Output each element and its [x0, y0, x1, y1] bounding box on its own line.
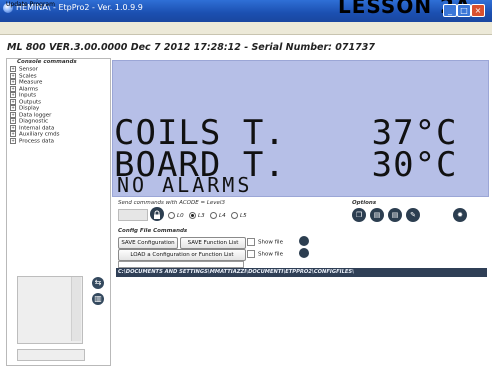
document-icon[interactable]: ▤	[388, 208, 402, 222]
expand-icon[interactable]: +	[10, 111, 16, 118]
maximize-button[interactable]: □	[457, 4, 471, 17]
checkbox-label: Show file	[258, 251, 283, 258]
refresh-icon[interactable]: ⇆	[92, 277, 104, 289]
tree-item-process-data[interactable]: + Process data	[10, 137, 55, 144]
lcd-line-alarms: NO ALARMS	[117, 173, 253, 197]
checkbox[interactable]	[247, 238, 255, 246]
expand-icon[interactable]: +	[10, 66, 16, 72]
status-field	[17, 349, 85, 361]
close-button[interactable]: ×	[471, 4, 485, 17]
acode-input[interactable]	[118, 209, 148, 221]
minimize-button[interactable]: _	[443, 4, 457, 17]
log-scrollbar[interactable]	[71, 277, 81, 341]
expand-icon[interactable]: +	[10, 85, 16, 92]
load-config-button[interactable]: LOAD a Configuration or Function List	[118, 249, 246, 261]
trash-icon[interactable]: ▥	[92, 293, 104, 305]
radio-label: L4	[219, 213, 226, 219]
radio-dot[interactable]	[231, 212, 238, 219]
show-file-checkbox-1[interactable]: Show file	[247, 238, 283, 246]
expand-icon[interactable]: +	[10, 92, 16, 98]
checkbox[interactable]	[247, 250, 255, 258]
radio-level-l5[interactable]: L5	[231, 212, 247, 219]
gear-icon[interactable]: ✹	[453, 208, 467, 222]
expand-icon[interactable]: +	[10, 98, 16, 105]
save-configuration-button[interactable]: SAVE Configuration	[118, 237, 178, 249]
wrench-icon[interactable]: ✎	[406, 208, 420, 222]
radio-dot[interactable]	[189, 212, 196, 219]
expand-icon[interactable]: +	[10, 72, 16, 79]
folder-icon[interactable]	[299, 236, 309, 246]
send-commands-label: Send commands with ACODE = Level3	[118, 200, 225, 206]
radio-level-l4[interactable]: L4	[210, 212, 226, 219]
menu-update-program[interactable]: Update Program	[6, 1, 55, 8]
expand-icon[interactable]: +	[10, 124, 16, 131]
checkbox-label: Show file	[258, 239, 283, 246]
gear-icon[interactable]	[299, 248, 309, 258]
config-file-commands-title: Config File Commands	[118, 228, 188, 234]
radio-level-l0[interactable]: L0	[168, 212, 184, 219]
config-path: C:\DOCUMENTS AND SETTINGS\MMATTIAZZI\DOC…	[118, 269, 355, 275]
options-label: Options	[352, 200, 377, 206]
radio-label: L0	[177, 213, 184, 219]
lcd-display: COILS T. 37°C BOARD T. 30°C NO ALARMS	[112, 60, 489, 197]
radio-label: L3	[198, 213, 205, 219]
window-icon[interactable]: ❐	[352, 208, 366, 222]
radio-dot[interactable]	[168, 212, 175, 219]
radio-dot[interactable]	[210, 212, 217, 219]
tree-item-label: Process data	[19, 138, 55, 144]
lock-icon[interactable]	[150, 207, 164, 221]
device-header: ML 800 VER.3.00.0000 Dec 7 2012 17:28:12…	[7, 42, 375, 53]
menu-bar	[0, 22, 492, 35]
expand-icon[interactable]: +	[10, 105, 16, 111]
save-function-list-button[interactable]: SAVE Function List	[180, 237, 246, 249]
expand-icon[interactable]: +	[10, 131, 16, 137]
radio-level-l3[interactable]: L3	[189, 212, 205, 219]
show-file-checkbox-2[interactable]: Show file	[247, 250, 283, 258]
radio-label: L5	[240, 213, 247, 219]
document-icon[interactable]: ▤	[370, 208, 384, 222]
console-title: Console commands	[17, 59, 77, 65]
expand-icon[interactable]: +	[10, 137, 16, 144]
expand-icon[interactable]: +	[10, 118, 16, 124]
progress-bar	[118, 261, 244, 268]
expand-icon[interactable]: +	[10, 79, 16, 85]
